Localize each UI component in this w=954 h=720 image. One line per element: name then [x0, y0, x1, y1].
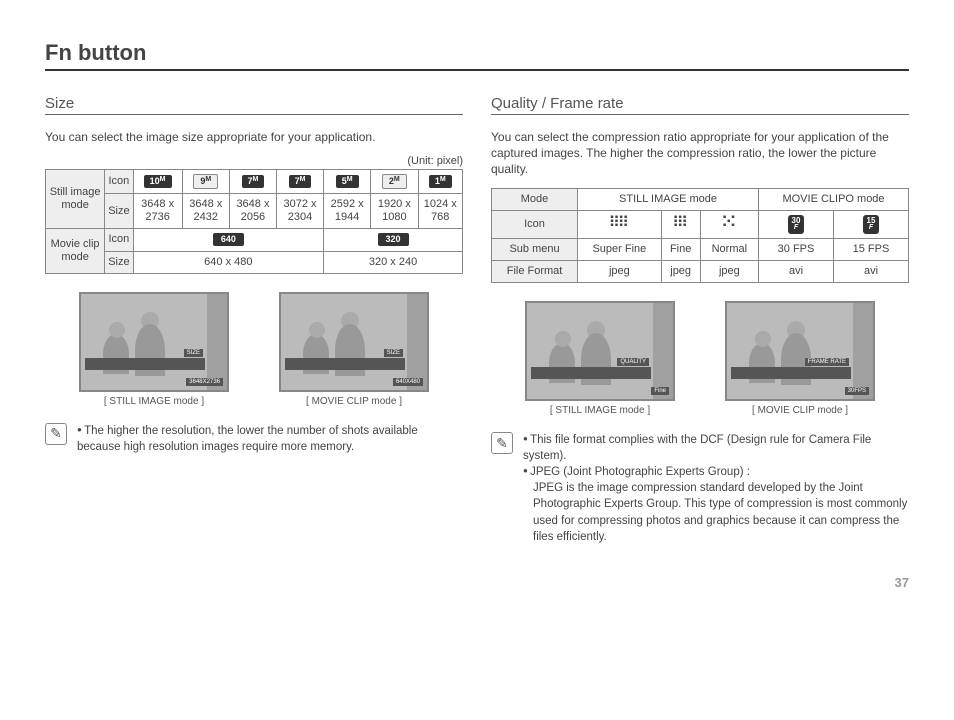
- row-icon-label-2: Icon: [105, 229, 133, 251]
- still-icon-6: 1M: [418, 170, 463, 194]
- q-submenu-label: Sub menu: [492, 238, 578, 260]
- note-icon: ✎: [45, 423, 67, 445]
- q-submenu-4: 15 FPS: [833, 238, 908, 260]
- size-previews: SIZE 3648X2736 [ STILL IMAGE mode ] SIZE…: [45, 292, 463, 407]
- still-size-2: 3648 x 2056: [229, 193, 276, 228]
- preview-movie: SIZE 640X480 [ MOVIE CLIP mode ]: [279, 292, 429, 407]
- movie-mode-label: Movie clip mode: [46, 229, 105, 273]
- size-intro: You can select the image size appropriat…: [45, 129, 463, 145]
- q-screen-movie: FRAME RATE 30FPS: [725, 301, 875, 401]
- q-submenu-2: Normal: [700, 238, 758, 260]
- size-unit: (Unit: pixel): [45, 155, 463, 167]
- still-size-6: 1024 x 768: [418, 193, 463, 228]
- q-format-0: jpeg: [578, 260, 662, 282]
- q-preview-movie: FRAME RATE 30FPS [ MOVIE CLIP mode ]: [725, 301, 875, 416]
- still-icon-3: 7M: [277, 170, 324, 194]
- size-heading: Size: [45, 95, 463, 115]
- row-size-label-2: Size: [105, 251, 133, 273]
- movie-size-1: 320 x 240: [324, 251, 463, 273]
- still-icon-0: 10M: [133, 170, 182, 194]
- still-size-3: 3072 x 2304: [277, 193, 324, 228]
- q-icon-30fps: 30F: [759, 210, 834, 238]
- q-screen-value-quality: Fine: [651, 387, 669, 395]
- page-number: 37: [45, 575, 909, 590]
- quality-table: Mode STILL IMAGE mode MOVIE CLIPO mode I…: [491, 188, 909, 284]
- q-preview-movie-caption: [ MOVIE CLIP mode ]: [725, 405, 875, 416]
- q-note-a: This file format complies with the DCF (…: [523, 432, 909, 464]
- screen-value-movie: 640X480: [393, 378, 423, 386]
- note-icon-2: ✎: [491, 432, 513, 454]
- size-note-text: The higher the resolution, the lower the…: [77, 423, 463, 455]
- screen-label-size-2: SIZE: [384, 349, 403, 357]
- size-table: Still image mode Icon 10M 9M 7M 7M 5M 2M…: [45, 169, 463, 274]
- still-icon-4: 5M: [324, 170, 371, 194]
- q-format-2: jpeg: [700, 260, 758, 282]
- q-icon-fine: ▪▪▪▪▪▪▪▪▪: [661, 210, 700, 238]
- q-icon-15fps: 15F: [833, 210, 908, 238]
- quality-previews: QUALITY Fine [ STILL IMAGE mode ] FRAME …: [491, 301, 909, 416]
- q-screen-label-rate: FRAME RATE: [805, 358, 849, 366]
- page-title: Fn button: [45, 40, 909, 71]
- still-size-1: 3648 x 2432: [182, 193, 229, 228]
- q-screen-still: QUALITY Fine: [525, 301, 675, 401]
- row-size-label: Size: [105, 193, 133, 228]
- still-size-4: 2592 x 1944: [324, 193, 371, 228]
- still-size-0: 3648 x 2736: [133, 193, 182, 228]
- q-submenu-1: Fine: [661, 238, 700, 260]
- q-note-b-body: JPEG is the image compression standard d…: [533, 480, 909, 544]
- q-icon-label: Icon: [492, 210, 578, 238]
- size-note: ✎ The higher the resolution, the lower t…: [45, 423, 463, 455]
- q-still-label: STILL IMAGE mode: [578, 188, 759, 210]
- section-size: Size You can select the image size appro…: [45, 95, 463, 545]
- movie-icon-1: 320: [324, 229, 463, 251]
- movie-size-0: 640 x 480: [133, 251, 324, 273]
- preview-movie-caption: [ MOVIE CLIP mode ]: [279, 396, 429, 407]
- q-screen-value-rate: 30FPS: [845, 387, 869, 395]
- q-submenu-0: Super Fine: [578, 238, 662, 260]
- quality-intro: You can select the compression ratio app…: [491, 129, 909, 178]
- q-format-1: jpeg: [661, 260, 700, 282]
- q-preview-still-caption: [ STILL IMAGE mode ]: [525, 405, 675, 416]
- screen-still: SIZE 3648X2736: [79, 292, 229, 392]
- content-columns: Size You can select the image size appro…: [45, 95, 909, 545]
- screen-value-still: 3648X2736: [186, 378, 223, 386]
- quality-note: ✎ This file format complies with the DCF…: [491, 432, 909, 545]
- q-format-4: avi: [833, 260, 908, 282]
- still-size-5: 1920 x 1080: [371, 193, 418, 228]
- q-submenu-3: 30 FPS: [759, 238, 834, 260]
- still-icon-5: 2M: [371, 170, 418, 194]
- quality-heading: Quality / Frame rate: [491, 95, 909, 115]
- q-movie-label: MOVIE CLIPO mode: [759, 188, 909, 210]
- screen-label-size: SIZE: [184, 349, 203, 357]
- still-mode-label: Still image mode: [46, 170, 105, 229]
- movie-icon-0: 640: [133, 229, 324, 251]
- row-icon-label: Icon: [105, 170, 133, 194]
- section-quality: Quality / Frame rate You can select the …: [491, 95, 909, 545]
- preview-still-caption: [ STILL IMAGE mode ]: [79, 396, 229, 407]
- q-note-b-head: JPEG (Joint Photographic Experts Group) …: [523, 464, 909, 544]
- screen-movie: SIZE 640X480: [279, 292, 429, 392]
- still-icon-2: 7M: [229, 170, 276, 194]
- q-screen-label-quality: QUALITY: [617, 358, 649, 366]
- q-mode-label: Mode: [492, 188, 578, 210]
- q-format-3: avi: [759, 260, 834, 282]
- q-icon-normal: ▪ ▪ ▪ ▪ ▪: [700, 210, 758, 238]
- preview-still: SIZE 3648X2736 [ STILL IMAGE mode ]: [79, 292, 229, 407]
- q-format-label: File Format: [492, 260, 578, 282]
- q-icon-superfine: ▪▪▪▪▪▪▪▪▪▪▪▪: [578, 210, 662, 238]
- q-preview-still: QUALITY Fine [ STILL IMAGE mode ]: [525, 301, 675, 416]
- still-icon-1: 9M: [182, 170, 229, 194]
